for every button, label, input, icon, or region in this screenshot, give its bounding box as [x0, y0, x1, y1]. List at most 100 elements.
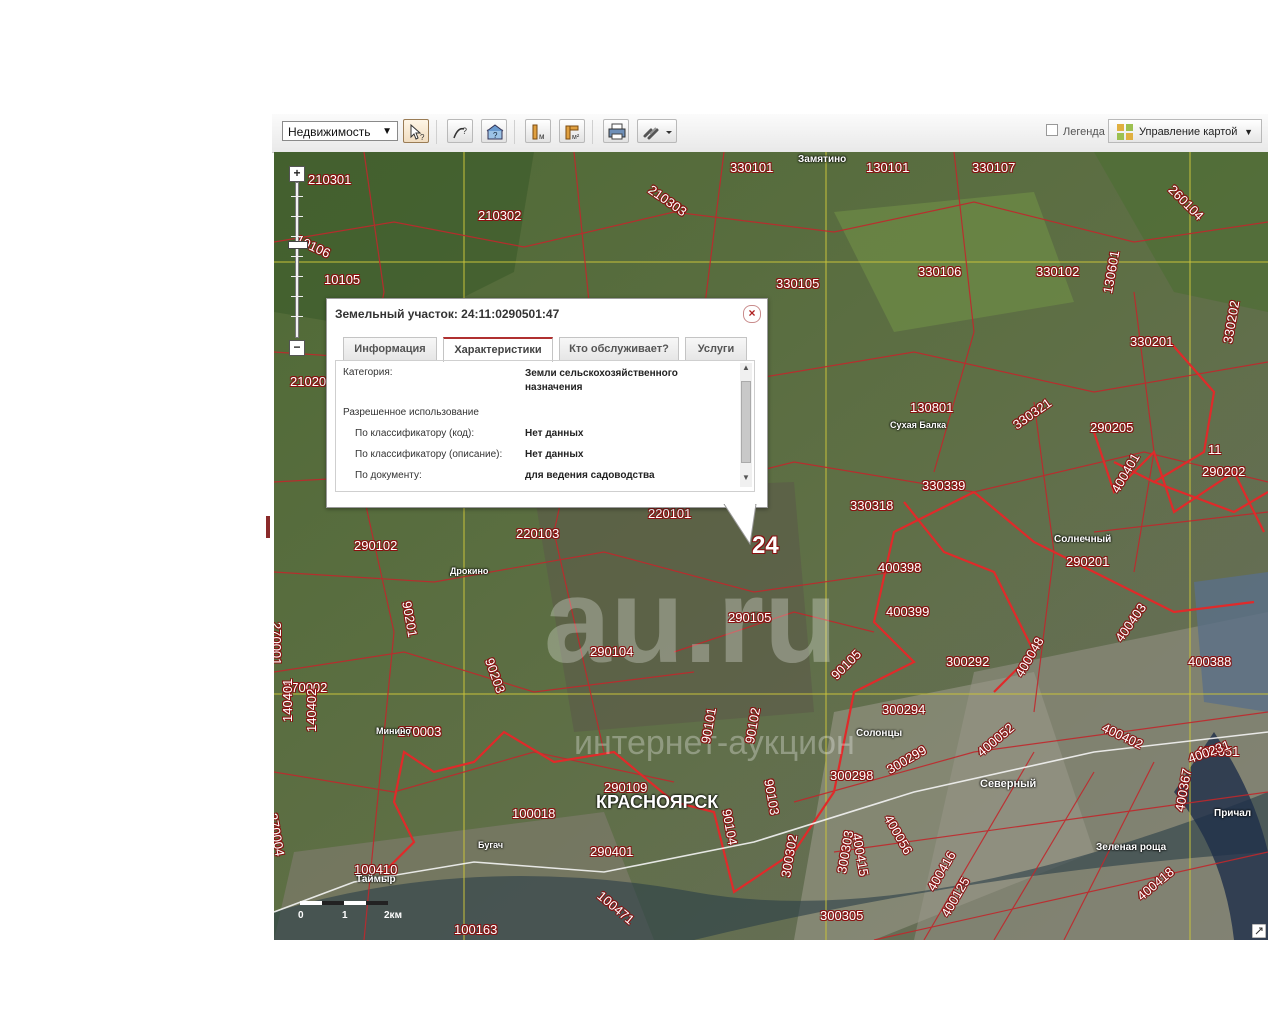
place-name-label: Дрокино	[450, 566, 489, 576]
cadastral-number-label: 220103	[516, 526, 560, 541]
cadastral-number-label: 300305	[820, 908, 864, 923]
route-question-icon: ?	[453, 126, 467, 139]
toolbar-separator	[592, 120, 593, 144]
map-control-dropdown[interactable]: Управление картой ▼	[1108, 119, 1262, 143]
svg-text:?: ?	[462, 126, 467, 136]
cadastral-number-label: 100018	[512, 806, 556, 821]
scroll-thumb[interactable]	[741, 381, 751, 463]
map-application: Недвижимость ▼ ? ? ? м м² Легенда Управл…	[272, 114, 1268, 940]
scroll-up-icon[interactable]: ▲	[740, 363, 752, 375]
document-value: для ведения садоводства	[525, 470, 655, 481]
legend-checkbox[interactable]	[1046, 124, 1058, 136]
measure-route-button[interactable]: ?	[447, 119, 473, 143]
characteristics-panel: Категория: Земли сельскохозяйственного н…	[335, 360, 755, 492]
cadastral-number-label: 290205	[1090, 420, 1134, 435]
place-name-label: Солнечный	[1054, 534, 1112, 545]
scale-bar: 0 1 2км	[298, 898, 408, 928]
cadastral-number-label: 400399	[886, 604, 930, 619]
print-button[interactable]	[603, 119, 629, 143]
watermark-logo: au.ru	[544, 554, 838, 688]
close-icon[interactable]: ×	[743, 305, 761, 323]
svg-text:м: м	[539, 132, 545, 141]
cadastral-number-label: 330339	[922, 478, 966, 493]
side-panel-handle[interactable]	[266, 516, 270, 538]
place-name-label: Северный	[980, 778, 1037, 790]
scale-label-0: 0	[298, 910, 304, 921]
cadastral-number-label: 330106	[918, 264, 962, 279]
legend-toggle[interactable]: Легенда	[1046, 124, 1105, 138]
popup-scrollbar[interactable]: ▲ ▼	[740, 363, 752, 487]
zoom-tick	[291, 216, 303, 217]
place-name-label: Сухая Балка	[890, 420, 947, 430]
cadastral-number-label: 130101	[866, 160, 910, 175]
cursor-question-icon: ?	[410, 123, 425, 141]
place-name-label: Зеленая роща	[1096, 842, 1167, 853]
area-query-button[interactable]: ?	[481, 119, 507, 143]
cadastral-number-label: 290201	[1066, 554, 1110, 569]
cadastral-number-label: 330318	[850, 498, 894, 513]
toolbar-separator	[514, 120, 515, 144]
zoom-tick	[291, 296, 303, 297]
svg-text:м²: м²	[572, 134, 580, 141]
zoom-out-button[interactable]: −	[289, 340, 305, 356]
area-ruler-icon: м²	[565, 125, 580, 141]
cadastral-number-label: 220101	[648, 506, 692, 521]
tab-services[interactable]: Услуги	[685, 337, 747, 360]
cadastral-number-label: 290102	[354, 538, 398, 553]
cadastral-number-label: 330105	[776, 276, 820, 291]
scale-label-2: 2км	[384, 910, 402, 921]
cadastral-number-label: 290202	[1202, 464, 1246, 479]
ruler-icon: м	[532, 124, 545, 141]
place-name-label: Минино	[376, 726, 411, 736]
printer-icon	[608, 123, 626, 140]
classifier-description-value: Нет данных	[525, 449, 584, 460]
zoom-tick	[291, 236, 303, 237]
svg-text:?: ?	[493, 131, 498, 140]
place-name-label: Причал	[1214, 808, 1252, 819]
zoom-tick	[291, 316, 303, 317]
zoom-slider-handle[interactable]	[288, 241, 308, 249]
toolbar-separator	[436, 120, 437, 144]
measure-area-button[interactable]: м²	[559, 119, 585, 143]
layer-select-value: Недвижимость	[288, 125, 371, 139]
cadastral-number-label: 300294	[882, 702, 926, 717]
classifier-code-value: Нет данных	[525, 428, 584, 439]
map-control-label: Управление картой	[1139, 126, 1238, 138]
permitted-use-label: Разрешенное использование	[343, 407, 479, 418]
cadastral-number-label: 400398	[878, 560, 922, 575]
link-button[interactable]	[637, 119, 677, 143]
cadastral-number-label: 210301	[308, 172, 352, 187]
cadastral-number-label: 290104	[590, 644, 634, 659]
cadastral-number-label: 140402	[304, 688, 319, 732]
place-name-label: Красноярск	[596, 792, 719, 812]
zoom-control: + −	[288, 166, 308, 356]
tab-who-serves[interactable]: Кто обслуживает?	[559, 337, 679, 360]
zoom-slider-track[interactable]	[295, 182, 299, 338]
chain-link-icon	[643, 127, 672, 140]
place-name-label: Таймыр	[356, 874, 396, 885]
category-label: Категория:	[343, 367, 393, 378]
scroll-down-icon[interactable]: ▼	[740, 473, 752, 485]
tab-characteristics[interactable]: Характеристики	[443, 337, 553, 362]
identify-tool-button[interactable]: ?	[403, 119, 429, 143]
satellite-map-view[interactable]: au.ru интернет-аукцион 210301 210302 21030…	[274, 152, 1268, 940]
classifier-description-label: По классификатору (описание):	[355, 449, 503, 460]
popup-title: Земельный участок: 24:11:0290501:47	[335, 307, 560, 321]
cadastral-number-label: 270001	[274, 622, 284, 666]
cadastral-number-label: 290401	[590, 844, 634, 859]
place-name-label: Замятино	[798, 154, 847, 165]
cadastral-number-label: 330201	[1130, 334, 1174, 349]
resize-corner-icon[interactable]	[1252, 924, 1266, 938]
cadastral-number-label: 330102	[1036, 264, 1080, 279]
category-value: Земли сельскохозяйственного назначения	[525, 368, 678, 393]
layer-select[interactable]: Недвижимость ▼	[282, 121, 398, 141]
zoom-in-button[interactable]: +	[289, 166, 305, 182]
svg-text:?: ?	[420, 133, 425, 141]
cadastral-number-label: 400388	[1188, 654, 1232, 669]
measure-distance-button[interactable]: м	[525, 119, 551, 143]
classifier-code-label: По классификатору (код):	[355, 428, 475, 439]
document-label: По документу:	[355, 470, 422, 481]
tab-info[interactable]: Информация	[343, 337, 437, 360]
zoom-tick	[291, 276, 303, 277]
legend-label: Легенда	[1063, 126, 1105, 138]
